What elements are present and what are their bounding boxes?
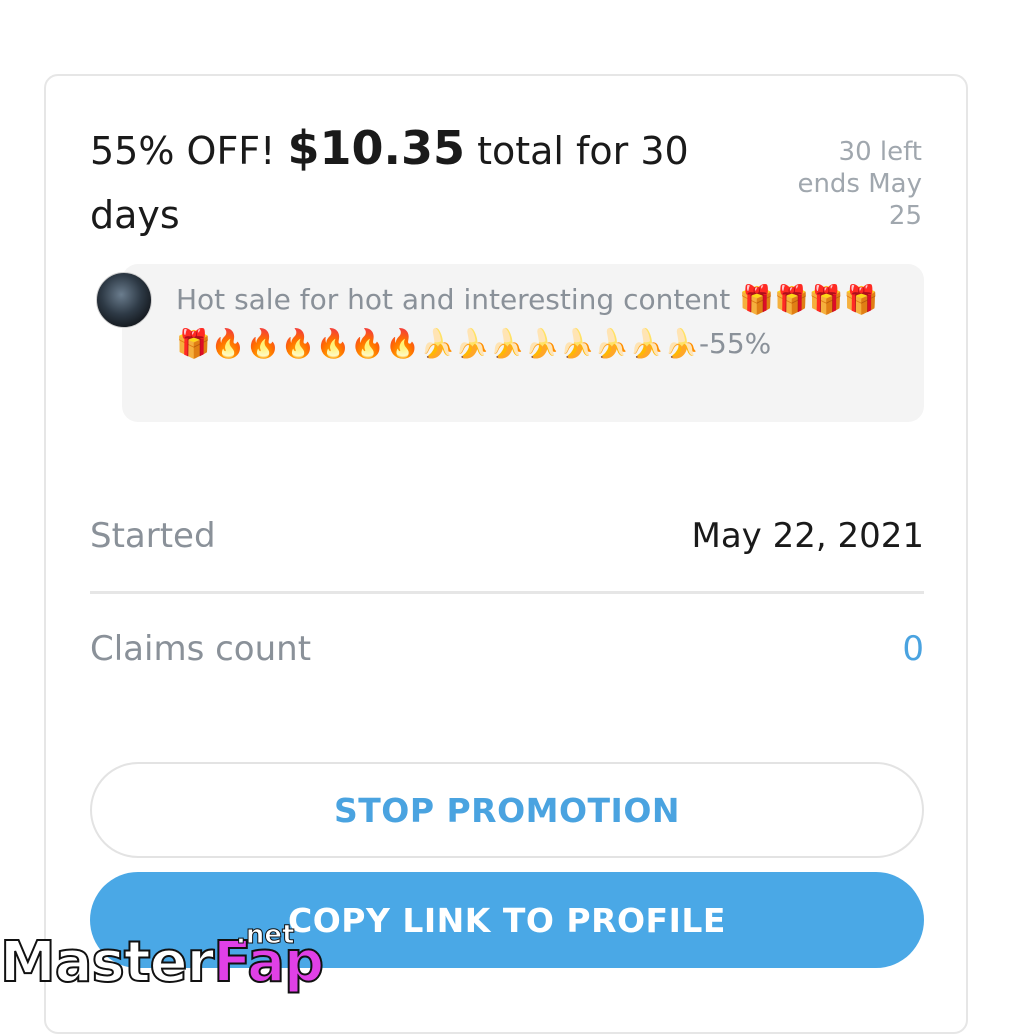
started-row: Started May 22, 2021: [90, 481, 924, 594]
watermark-master: Master: [0, 929, 215, 996]
remaining-count: 30 left: [838, 137, 922, 167]
end-date: ends May 25: [797, 169, 922, 231]
avatar[interactable]: [96, 272, 152, 328]
watermark-net: .net: [235, 920, 295, 951]
stop-promotion-button[interactable]: STOP PROMOTION: [90, 762, 924, 858]
started-label: Started: [90, 516, 216, 556]
message-text: Hot sale for hot and interesting content…: [176, 283, 879, 360]
claims-value[interactable]: 0: [902, 629, 924, 669]
claims-row: Claims count 0: [90, 594, 924, 704]
title-prefix: 55% OFF!: [90, 129, 288, 173]
promotion-price: $10.35: [287, 121, 465, 175]
watermark-logo: MasterFap .net: [0, 918, 325, 1000]
promotion-message: Hot sale for hot and interesting content…: [122, 264, 924, 422]
promotion-card: 55% OFF! $10.35 total for 30 days 30 lef…: [44, 74, 968, 1034]
started-value: May 22, 2021: [691, 516, 924, 556]
claims-label: Claims count: [90, 629, 312, 669]
stop-promotion-label: STOP PROMOTION: [333, 790, 680, 830]
promotion-meta: 30 left ends May 25: [762, 136, 922, 232]
promotion-title: 55% OFF! $10.35 total for 30 days: [90, 116, 710, 247]
copy-link-label: COPY LINK TO PROFILE: [288, 900, 726, 940]
